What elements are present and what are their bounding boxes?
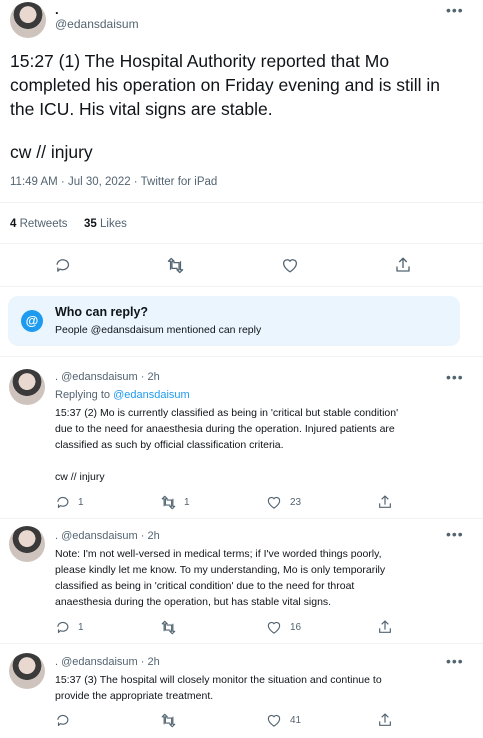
reply-text-line: 15:37 (2) Mo is currently classified as … [55,407,399,419]
tweet-text: 15:27 (1) The Hospital Authority reporte… [10,49,440,121]
tweet-text-tail: cw // injury [10,142,93,162]
tweet-text-line: the ICU. His vital signs are stable. [10,99,273,119]
reply-icon[interactable] [56,713,71,728]
display-name[interactable]: . [55,2,59,17]
reply-text: Note: I'm not well-versed in medical ter… [55,546,385,610]
at-icon: @ [21,310,43,332]
like-count: 16 [290,622,302,633]
reply-text-line: provide the appropriate treatment. [55,690,214,702]
tweet-text-line: 15:27 (1) The Hospital Authority reporte… [10,51,390,71]
reply-icon[interactable] [56,620,71,635]
like-count: 23 [290,497,302,508]
reply-header[interactable]: . @edansdaisum · 2h [55,656,160,668]
divider [0,286,483,287]
avatar[interactable] [9,369,45,405]
divider [0,243,483,244]
divider [0,202,483,203]
like-icon[interactable] [266,713,282,728]
who-can-reply-title: Who can reply? [55,305,149,319]
reply-header[interactable]: . @edansdaisum · 2h [55,371,160,383]
reply-text-line: classified as being in 'critical conditi… [55,580,355,592]
reply-text-line: Note: I'm not well-versed in medical ter… [55,548,382,560]
likes-count: 35 [84,218,97,230]
tweet-text-line: completed his operation on Friday evenin… [10,75,440,95]
replying-to: Replying to @edansdaisum [55,389,190,401]
reply-text-line: anaesthesia during the operation, but ha… [55,596,332,608]
share-icon[interactable] [377,494,393,510]
likes-stat[interactable]: 35 Likes [84,218,127,230]
like-icon[interactable] [281,257,299,274]
reply-count: 1 [78,622,84,633]
share-icon[interactable] [377,619,393,635]
like-count: 41 [290,715,302,726]
reply-text: 15:37 (3) The hospital will closely moni… [55,672,382,704]
retweet-icon[interactable] [160,495,177,510]
reply-icon[interactable] [56,495,71,510]
retweet-icon[interactable] [160,713,177,728]
handle[interactable]: @edansdaisum [55,17,139,31]
more-options-icon[interactable]: ••• [446,653,464,669]
tweet-meta[interactable]: 11:49 AM · Jul 30, 2022 · Twitter for iP… [10,176,217,188]
retweets-label: Retweets [19,218,68,230]
reply-text-line: 15:37 (3) The hospital will closely moni… [55,674,382,686]
reply-text-line: due to the need for anaesthesia during t… [55,423,395,435]
reply-text: 15:37 (2) Mo is currently classified as … [55,405,398,453]
retweets-stat[interactable]: 4 Retweets [10,218,68,230]
replying-to-handle[interactable]: @edansdaisum [113,389,190,401]
reply-count: 1 [78,497,84,508]
replying-to-prefix: Replying to [55,389,114,401]
divider [0,356,483,357]
retweet-icon[interactable] [166,257,185,274]
avatar[interactable] [9,526,45,562]
like-icon[interactable] [266,620,282,635]
reply-text-line: classified as such by official classific… [55,439,284,451]
share-icon[interactable] [394,256,412,274]
retweets-count: 4 [10,218,17,230]
reply-icon[interactable] [55,257,72,274]
who-can-reply-box [8,296,460,346]
more-options-icon[interactable]: ••• [446,2,464,18]
reply-text-line: please kindly let me know. To my underst… [55,564,386,576]
retweet-icon[interactable] [160,620,177,635]
reply-header[interactable]: . @edansdaisum · 2h [55,530,160,542]
like-icon[interactable] [266,495,282,510]
more-options-icon[interactable]: ••• [446,369,464,385]
avatar[interactable] [10,2,46,38]
share-icon[interactable] [377,712,393,728]
who-can-reply-subtitle: People @edansdaisum mentioned can reply [55,324,262,336]
divider [0,643,483,644]
avatar[interactable] [9,653,45,689]
more-options-icon[interactable]: ••• [446,526,464,542]
likes-label: Likes [100,218,127,230]
divider [0,518,483,519]
reply-text-tail: cw // injury [55,471,105,483]
retweet-count: 1 [184,497,190,508]
